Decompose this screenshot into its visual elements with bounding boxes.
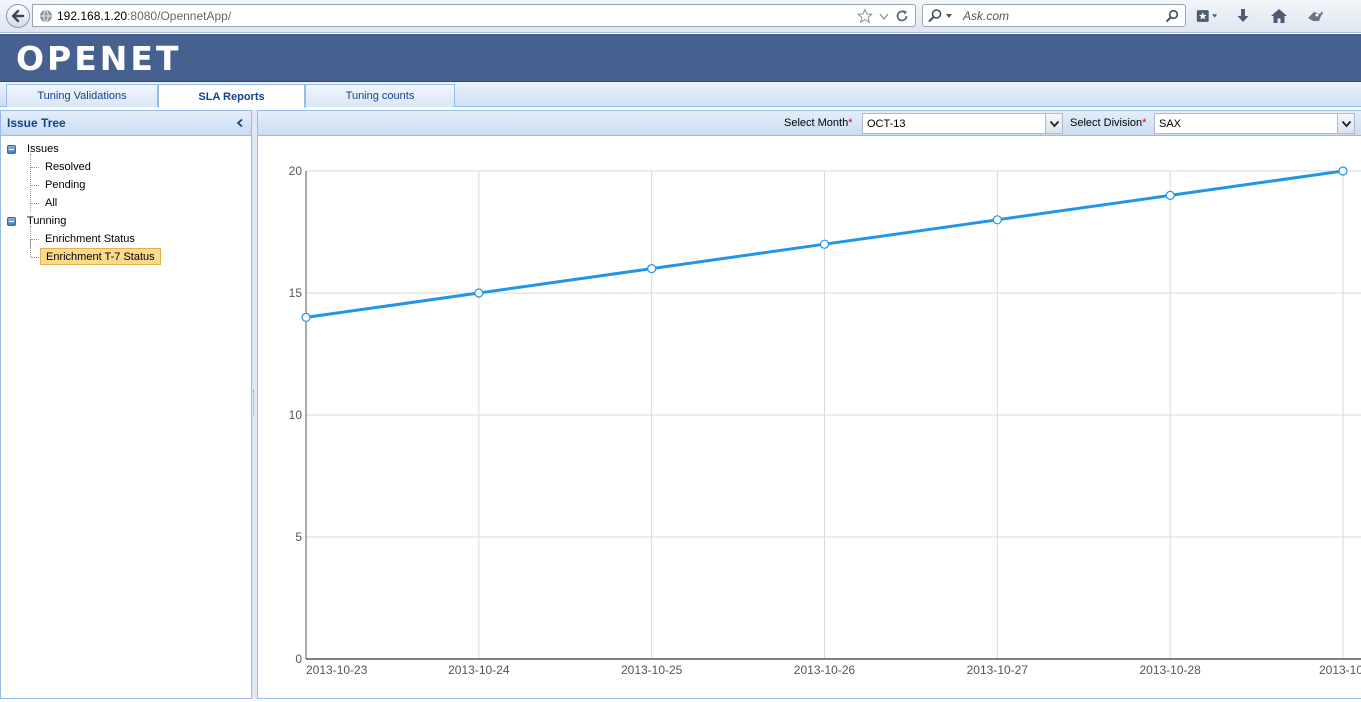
tree-node-resolved[interactable]: Resolved xyxy=(1,158,251,176)
y-tick-label: 5 xyxy=(295,530,302,544)
x-tick-label: 2013-10-24 xyxy=(448,663,510,677)
tab-tuning-validations[interactable]: Tuning Validations xyxy=(6,84,158,107)
tree-node-label[interactable]: Enrichment Status xyxy=(45,233,135,245)
data-point xyxy=(647,264,657,274)
collapse-toggle-icon[interactable] xyxy=(7,145,16,154)
search-engine-icon[interactable] xyxy=(927,8,943,24)
data-point xyxy=(1338,166,1348,176)
tab-tuning-counts[interactable]: Tuning counts xyxy=(305,84,455,107)
url-host: 192.168.1.20 xyxy=(57,8,128,23)
openet-logo: OPENET xyxy=(14,38,214,78)
app-banner: OPENET xyxy=(0,34,1361,82)
tree-node-all[interactable]: All xyxy=(1,194,251,212)
back-arrow-icon xyxy=(11,9,25,23)
issue-tree-title: Issue Tree xyxy=(7,116,66,130)
month-dropdown-button[interactable] xyxy=(1045,114,1062,133)
x-tick-label: 2013-10-26 xyxy=(794,663,856,677)
sla-report-panel: Select Month* OCT-13 Select Division* SA… xyxy=(257,110,1361,699)
collapse-toggle-icon[interactable] xyxy=(7,217,16,226)
division-dropdown-button[interactable] xyxy=(1337,114,1354,133)
chevron-down-icon xyxy=(1049,120,1059,127)
reload-icon[interactable] xyxy=(895,9,909,23)
bookmarks-menu-icon[interactable] xyxy=(1196,5,1218,27)
chevron-down-icon xyxy=(1341,120,1351,127)
y-tick-label: 15 xyxy=(289,286,303,300)
select-division-label: Select Division* xyxy=(1070,117,1147,129)
search-placeholder: Ask.com xyxy=(963,8,1010,23)
tab-sla-reports[interactable]: SLA Reports xyxy=(158,84,305,108)
division-select-value: SAX xyxy=(1159,117,1182,130)
select-month-label: Select Month* xyxy=(784,117,853,129)
tree-connector xyxy=(31,185,39,186)
main-tab-bar: Tuning Validations SLA Reports Tuning co… xyxy=(0,82,1361,108)
tree-node-label[interactable]: Pending xyxy=(45,179,85,191)
browser-toolbar: 192.168.1.20:8080/OpennetApp/ Ask.com xyxy=(0,0,1361,33)
tree-node-enrichment-status[interactable]: Enrichment Status xyxy=(1,230,251,257)
addon-icon[interactable] xyxy=(1304,5,1326,27)
tree-node-label[interactable]: Resolved xyxy=(45,161,91,173)
division-select[interactable]: SAX xyxy=(1154,113,1355,134)
tree-node-label[interactable]: All xyxy=(45,197,57,209)
tree-connector xyxy=(31,239,39,240)
data-point xyxy=(992,215,1002,225)
tree-node-pending[interactable]: Pending xyxy=(1,176,251,194)
logo-text: OPENET xyxy=(16,38,182,78)
filter-toolbar: Select Month* OCT-13 Select Division* SA… xyxy=(258,111,1361,136)
data-point xyxy=(301,312,311,322)
x-tick-label: 2013-10-25 xyxy=(621,663,683,677)
month-select[interactable]: OCT-13 xyxy=(862,113,1063,134)
search-icon[interactable] xyxy=(1165,9,1179,23)
y-tick-label: 10 xyxy=(289,408,303,422)
issue-tree-panel: Issue Tree Issues Resolved Pending All T… xyxy=(0,110,252,699)
y-tick-label: 20 xyxy=(289,164,303,178)
sla-line-chart: 0 5 10 15 20 2013-10-23 2013-10-24 2013-10-25 20… xyxy=(289,164,1361,677)
y-tick-label: 0 xyxy=(295,652,302,666)
x-tick-label: 2013-10- xyxy=(1319,663,1361,677)
x-tick-label: 2013-10-27 xyxy=(967,663,1029,677)
engine-dropdown-icon[interactable] xyxy=(945,12,953,20)
url-path: :8080/OpennetApp/ xyxy=(127,8,232,23)
tree-connector xyxy=(31,203,39,204)
address-bar[interactable]: 192.168.1.20:8080/OpennetApp/ xyxy=(32,4,916,27)
tree-node-enrichment-t7-status[interactable]: Enrichment T-7 Status xyxy=(1,248,251,266)
tree-node-issues[interactable]: Issues xyxy=(1,140,251,212)
x-tick-label: 2013-10-28 xyxy=(1139,663,1201,677)
tree-connector xyxy=(31,167,39,168)
history-dropdown-icon[interactable] xyxy=(879,11,889,21)
x-tick-label: 2013-10-23 xyxy=(306,663,368,677)
globe-icon xyxy=(40,9,52,23)
data-point xyxy=(819,239,830,249)
issue-tree-header: Issue Tree xyxy=(1,111,251,136)
tree-node-tunning[interactable]: Tunning xyxy=(1,212,251,248)
data-point xyxy=(474,288,484,298)
tree-connector xyxy=(31,257,39,258)
tree-node-selected[interactable]: Enrichment T-7 Status xyxy=(40,248,161,265)
data-point xyxy=(1165,190,1175,201)
downloads-icon[interactable] xyxy=(1232,5,1254,27)
bookmark-star-icon[interactable] xyxy=(857,8,873,24)
splitter-grip[interactable] xyxy=(253,390,255,416)
tree-node-label[interactable]: Tunning xyxy=(27,215,66,227)
issue-tree: Issues Resolved Pending All Tunning Enri… xyxy=(1,136,251,266)
collapse-chevron-icon[interactable] xyxy=(235,118,245,128)
search-bar[interactable]: Ask.com xyxy=(922,4,1186,27)
back-button[interactable] xyxy=(6,4,30,28)
month-select-value: OCT-13 xyxy=(867,117,906,130)
tree-node-label[interactable]: Issues xyxy=(27,143,59,155)
home-icon[interactable] xyxy=(1268,5,1290,27)
